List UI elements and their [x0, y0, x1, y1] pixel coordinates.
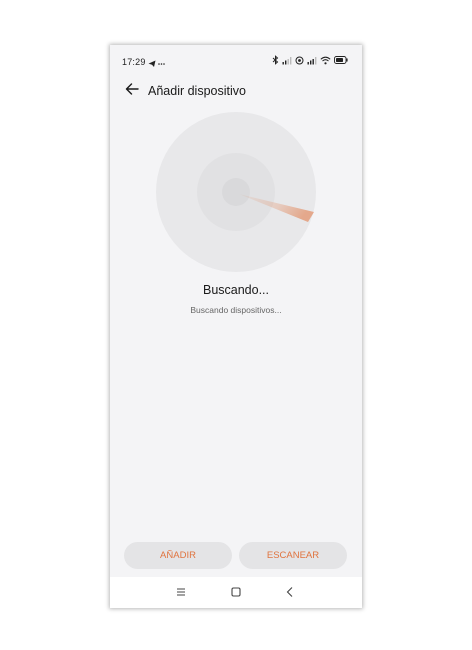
- back-arrow-icon[interactable]: [124, 81, 140, 97]
- scan-button[interactable]: ESCANEAR: [239, 542, 347, 569]
- signal-icon: [282, 56, 292, 64]
- status-right-icons: [272, 55, 348, 65]
- signal-icon: [307, 56, 317, 64]
- home-icon[interactable]: [229, 585, 243, 599]
- menu-icon[interactable]: [174, 585, 188, 599]
- more-dots-icon: [158, 63, 160, 65]
- telegram-icon: [148, 60, 165, 67]
- bluetooth-icon: [272, 55, 279, 65]
- alarm-icon: [295, 56, 304, 64]
- page-title: Añadir dispositivo: [148, 84, 246, 98]
- status-time: 17:29: [122, 57, 146, 67]
- app-header: Añadir dispositivo: [110, 79, 362, 103]
- status-bar: 17:29: [110, 45, 362, 79]
- battery-icon: [334, 56, 348, 64]
- add-button[interactable]: AÑADIR: [124, 542, 232, 569]
- back-icon[interactable]: [283, 585, 297, 599]
- radar-inner-ring: [222, 178, 250, 206]
- phone-screen: 17:29 Añadir dispositivo Buscando... Bus…: [110, 45, 362, 608]
- status-left-icons: [148, 56, 168, 74]
- radar-scan-animation: [156, 112, 316, 272]
- searching-subtitle: Buscando dispositivos...: [190, 305, 282, 315]
- wifi-icon: [320, 56, 331, 64]
- system-nav-bar: [110, 577, 362, 608]
- searching-title: Buscando...: [202, 283, 269, 297]
